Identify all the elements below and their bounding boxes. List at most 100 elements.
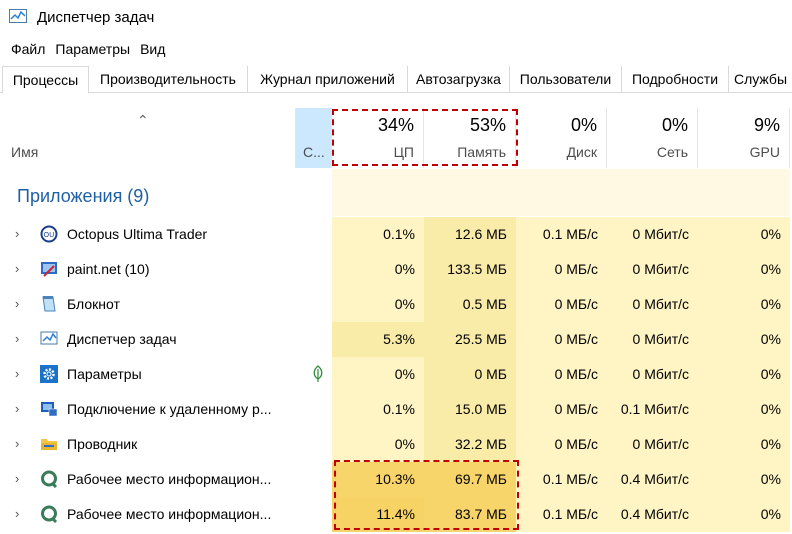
memory-value: 133.5 МБ <box>424 252 516 287</box>
process-name: Рабочее место информацион... <box>67 506 272 522</box>
column-network[interactable]: 0% Сеть <box>607 108 698 168</box>
gpu-value: 0% <box>698 287 790 322</box>
column-disk[interactable]: 0% Диск <box>516 108 607 168</box>
gpu-value: 0% <box>698 427 790 462</box>
memory-value: 25.5 МБ <box>424 322 516 357</box>
task-manager-icon <box>40 330 58 348</box>
memory-value: 12.6 МБ <box>424 217 516 252</box>
octopus-icon: OU <box>40 225 58 243</box>
gpu-value: 0% <box>698 322 790 357</box>
tab-strip: Процессы Производительность Журнал прило… <box>0 66 792 94</box>
header-highlight <box>332 109 518 166</box>
tab-details[interactable]: Подробности <box>622 66 729 93</box>
disk-value: 0 МБ/с <box>516 427 607 462</box>
disk-value: 0.1 МБ/с <box>516 497 607 532</box>
workplace-icon <box>40 470 58 489</box>
gpu-value: 0% <box>698 392 790 427</box>
disk-value: 0 МБ/с <box>516 357 607 392</box>
disk-value: 0.1 МБ/с <box>516 217 607 252</box>
cpu-value: 0.1% <box>332 217 424 252</box>
gpu-value: 0% <box>698 252 790 287</box>
menu-file[interactable]: Файл <box>0 38 50 60</box>
memory-value: 0.5 МБ <box>424 287 516 322</box>
expand-chevron-icon[interactable]: › <box>15 261 19 276</box>
disk-value: 0 МБ/с <box>516 287 607 322</box>
menu-bar: Файл Параметры Вид <box>0 38 170 60</box>
tab-performance[interactable]: Производительность <box>89 66 248 93</box>
network-label: Сеть <box>656 144 688 160</box>
settings-gear-icon <box>40 365 58 383</box>
column-gpu[interactable]: 9% GPU <box>698 108 790 168</box>
process-name: Параметры <box>67 366 142 382</box>
cpu-value: 0.1% <box>332 392 424 427</box>
notepad-icon <box>40 295 58 313</box>
window-title: Диспетчер задач <box>37 9 155 26</box>
expand-chevron-icon[interactable]: › <box>15 296 19 311</box>
disk-total: 0% <box>570 115 597 135</box>
expand-chevron-icon[interactable]: › <box>15 471 19 486</box>
process-name: Диспетчер задач <box>67 331 177 347</box>
group-header[interactable]: Приложения (9) <box>0 169 792 216</box>
expand-chevron-icon[interactable]: › <box>15 506 19 521</box>
expand-chevron-icon[interactable]: › <box>15 366 19 381</box>
menu-view[interactable]: Вид <box>135 38 170 60</box>
disk-value: 0 МБ/с <box>516 252 607 287</box>
memory-value: 15.0 МБ <box>424 392 516 427</box>
expand-chevron-icon[interactable]: › <box>15 436 19 451</box>
paint-icon <box>40 260 58 278</box>
cpu-value: 0% <box>332 357 424 392</box>
process-name: Проводник <box>67 436 138 452</box>
network-value: 0 Мбит/с <box>607 217 698 252</box>
process-row[interactable]: › OU Octopus Ultima Trader 0.1% 12.6 МБ 0.1 М… <box>0 217 792 252</box>
memory-value: 0 МБ <box>424 357 516 392</box>
tab-users[interactable]: Пользователи <box>510 66 622 93</box>
process-name: Octopus Ultima Trader <box>67 226 208 242</box>
expand-chevron-icon[interactable]: › <box>15 331 19 346</box>
leaf-icon <box>313 365 323 382</box>
network-value: 0.1 Мбит/с <box>607 392 698 427</box>
tab-processes[interactable]: Процессы <box>2 66 89 94</box>
process-name: Подключение к удаленному р... <box>67 401 272 417</box>
network-value: 0 Мбит/с <box>607 322 698 357</box>
process-row[interactable]: › Проводник 0% 32.2 МБ 0 МБ/с 0 Мбит/с 0% <box>0 427 792 462</box>
tab-services[interactable]: Службы <box>729 66 792 93</box>
cpu-value: 5.3% <box>332 322 424 357</box>
remote-desktop-icon <box>40 400 58 418</box>
menu-options[interactable]: Параметры <box>50 38 135 60</box>
tab-app-history[interactable]: Журнал приложений <box>248 66 408 93</box>
task-manager-icon <box>9 9 27 23</box>
cpu-value: 0% <box>332 427 424 462</box>
memory-value: 32.2 МБ <box>424 427 516 462</box>
disk-label: Диск <box>566 144 597 160</box>
column-status[interactable]: С... <box>296 108 332 168</box>
svg-text:OU: OU <box>44 231 55 239</box>
workplace-icon <box>40 505 58 524</box>
network-value: 0 Мбит/с <box>607 287 698 322</box>
process-row[interactable]: › Параметры 0% 0 МБ 0 МБ/с 0 Мбит/с 0% <box>0 357 792 392</box>
gpu-value: 0% <box>698 217 790 252</box>
rows-highlight <box>334 460 519 530</box>
process-row[interactable]: › paint.net (10) 0% 133.5 МБ 0 МБ/с 0 Мбит/с 0… <box>0 252 792 287</box>
process-row[interactable]: › Подключение к удаленному р... 0.1% 15.0 М… <box>0 392 792 427</box>
gpu-value: 0% <box>698 497 790 532</box>
disk-value: 0 МБ/с <box>516 322 607 357</box>
gpu-label: GPU <box>749 144 780 160</box>
process-row[interactable]: › Диспетчер задач 5.3% 25.5 МБ 0 МБ/с 0 Мбит/… <box>0 322 792 357</box>
expand-chevron-icon[interactable]: › <box>15 226 19 241</box>
cpu-value: 0% <box>332 287 424 322</box>
title-bar: Диспетчер задач <box>0 0 792 36</box>
process-name: Блокнот <box>67 296 120 312</box>
expand-chevron-icon[interactable]: › <box>15 401 19 416</box>
network-value: 0 Мбит/с <box>607 252 698 287</box>
network-total: 0% <box>661 115 688 135</box>
column-name[interactable]: ⌃ Имя <box>0 108 296 168</box>
disk-value: 0 МБ/с <box>516 392 607 427</box>
network-value: 0.4 Мбит/с <box>607 462 698 497</box>
column-name-label: Имя <box>11 144 39 160</box>
group-title: Приложения (9) <box>17 186 150 206</box>
process-row[interactable]: › Блокнот 0% 0.5 МБ 0 МБ/с 0 Мбит/с 0% <box>0 287 792 322</box>
gpu-total: 9% <box>753 115 780 135</box>
tab-startup[interactable]: Автозагрузка <box>408 66 510 93</box>
column-status-label: С... <box>303 144 325 160</box>
cpu-value: 0% <box>332 252 424 287</box>
